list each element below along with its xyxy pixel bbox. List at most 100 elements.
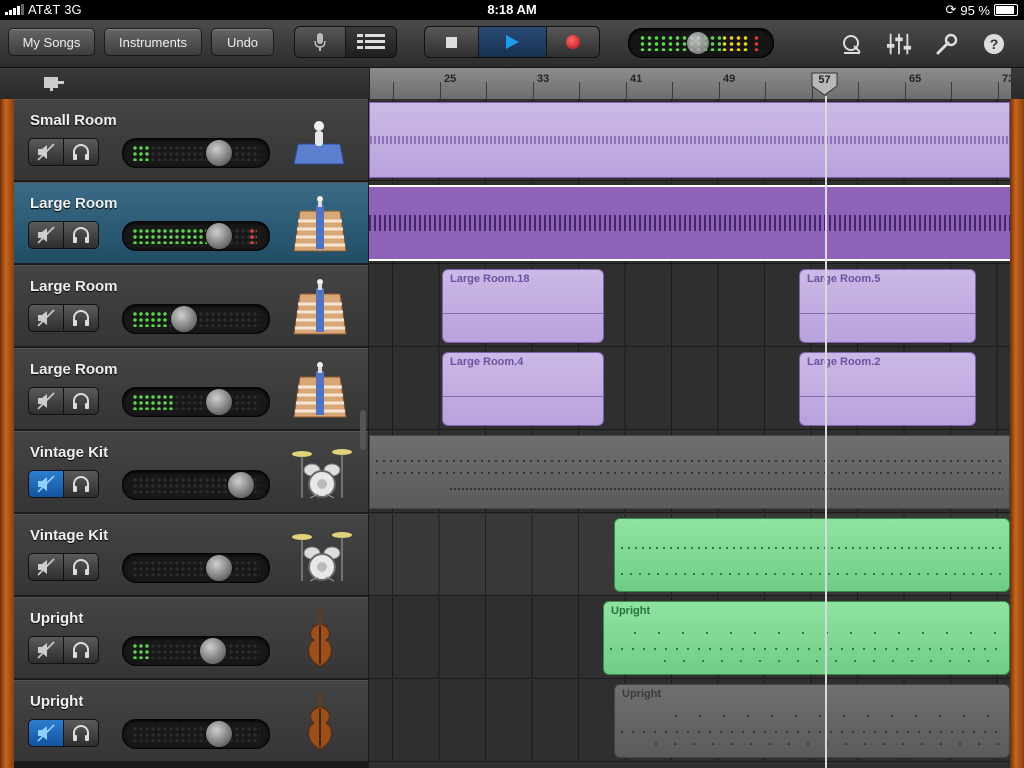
drum-region[interactable] [614,518,1010,592]
solo-button[interactable] [63,553,99,581]
instruments-button[interactable]: Instruments [104,28,202,56]
headphones-icon [73,227,89,243]
ruler-bar-number: 25 [444,73,457,85]
track-lane[interactable]: Upright [369,597,1010,679]
track-header[interactable]: Large Room [14,265,368,347]
track-volume-slider[interactable] [122,138,270,168]
track-volume-slider[interactable] [122,719,270,749]
settings-wrench-icon[interactable] [934,32,960,56]
loop-settings-icon[interactable] [42,74,66,97]
track-header[interactable]: Vintage Kit [14,431,368,513]
undo-button[interactable]: Undo [211,28,274,56]
instrument-view-button[interactable] [295,27,346,57]
volume-knob[interactable] [205,139,233,167]
mute-button[interactable] [28,553,64,581]
volume-knob[interactable] [170,305,198,333]
track-volume-slider[interactable] [122,387,270,417]
play-icon [506,35,520,49]
mute-button[interactable] [28,304,64,332]
track-lane[interactable] [369,431,1010,513]
track-lanes[interactable]: Large Room.18 Large Room.5 Large Room.4 … [369,99,1010,768]
tempo-icon[interactable] [839,32,865,56]
amp-icon[interactable] [290,193,350,253]
drum-kit-icon[interactable] [290,442,352,502]
toolbar: My Songs Instruments Undo [0,20,1024,68]
upright-bass-icon[interactable] [290,608,350,668]
ruler-tick [858,82,859,99]
audio-region-selected[interactable] [369,185,1010,261]
tracks-view-icon [356,34,385,49]
audio-region[interactable] [369,102,1010,178]
drum-region-muted[interactable] [369,435,1010,509]
record-button[interactable] [547,27,599,57]
track-header[interactable]: Large Room [14,348,368,430]
solo-button[interactable] [63,719,99,747]
solo-button[interactable] [63,221,99,249]
drum-kit-icon[interactable] [290,525,352,585]
track-header[interactable]: Vintage Kit [14,514,368,596]
upright-bass-icon[interactable] [290,691,350,751]
header-resize-handle[interactable] [360,410,366,450]
track-lane[interactable] [369,182,1010,264]
track-lane[interactable]: Large Room.4 Large Room.2 [369,348,1010,430]
volume-knob[interactable] [199,637,227,665]
midi-region-muted[interactable]: Upright [614,684,1010,758]
volume-knob[interactable] [205,222,233,250]
track-volume-slider[interactable] [122,304,270,334]
track-name: Vintage Kit [30,444,109,461]
amp-icon[interactable] [290,276,350,336]
volume-knob[interactable] [205,554,233,582]
mute-speaker-icon [37,309,55,327]
track-name: Large Room [30,361,118,378]
tracks-view-button[interactable] [345,27,396,57]
track-volume-slider[interactable] [122,221,270,251]
stop-button[interactable] [425,27,479,57]
solo-button[interactable] [63,304,99,332]
volume-knob[interactable] [205,720,233,748]
volume-knob[interactable] [227,471,255,499]
track-lane[interactable] [369,99,1010,181]
master-volume-knob[interactable] [687,32,709,54]
play-button[interactable] [478,27,548,57]
mute-speaker-icon [37,143,55,161]
midi-region[interactable]: Upright [603,601,1010,675]
mixer-icon[interactable] [886,32,912,56]
track-volume-slider[interactable] [122,636,270,666]
mute-button-active[interactable] [28,719,64,747]
amp-icon[interactable] [290,359,350,419]
playhead-handle[interactable]: 57 [811,72,838,96]
audio-region[interactable]: Large Room.4 [442,352,604,426]
volume-knob[interactable] [205,388,233,416]
solo-button[interactable] [63,138,99,166]
ruler-tick [997,82,999,99]
track-header[interactable]: Upright [14,680,368,762]
track-volume-slider[interactable] [122,553,270,583]
microphone-icon[interactable] [290,110,350,170]
track-lane[interactable]: Upright [369,680,1010,762]
audio-region[interactable]: Large Room.18 [442,269,604,343]
mute-button[interactable] [28,138,64,166]
mute-button[interactable] [28,636,64,664]
track-lane[interactable] [369,514,1010,596]
track-volume-slider[interactable] [122,470,270,500]
solo-button[interactable] [63,636,99,664]
my-songs-button[interactable]: My Songs [8,28,95,56]
track-lane[interactable]: Large Room.18 Large Room.5 [369,265,1010,347]
headphones-icon [73,642,89,658]
mute-speaker-icon [37,641,55,659]
timeline-ruler[interactable]: 25 33 41 49 65 73 [369,68,1011,99]
track-header[interactable]: Upright [14,597,368,679]
ruler-tick [625,82,627,99]
track-header[interactable]: Small Room [14,99,368,181]
mute-button[interactable] [28,221,64,249]
track-name: Upright [30,693,84,710]
left-wood-panel [0,99,14,768]
master-volume-meter[interactable] [628,28,774,58]
track-header-selected[interactable]: Large Room [14,182,368,264]
help-icon[interactable]: ? [981,32,1007,56]
mute-button-active[interactable] [28,470,64,498]
solo-button[interactable] [63,470,99,498]
mute-button[interactable] [28,387,64,415]
solo-button[interactable] [63,387,99,415]
headphones-icon [73,725,89,741]
